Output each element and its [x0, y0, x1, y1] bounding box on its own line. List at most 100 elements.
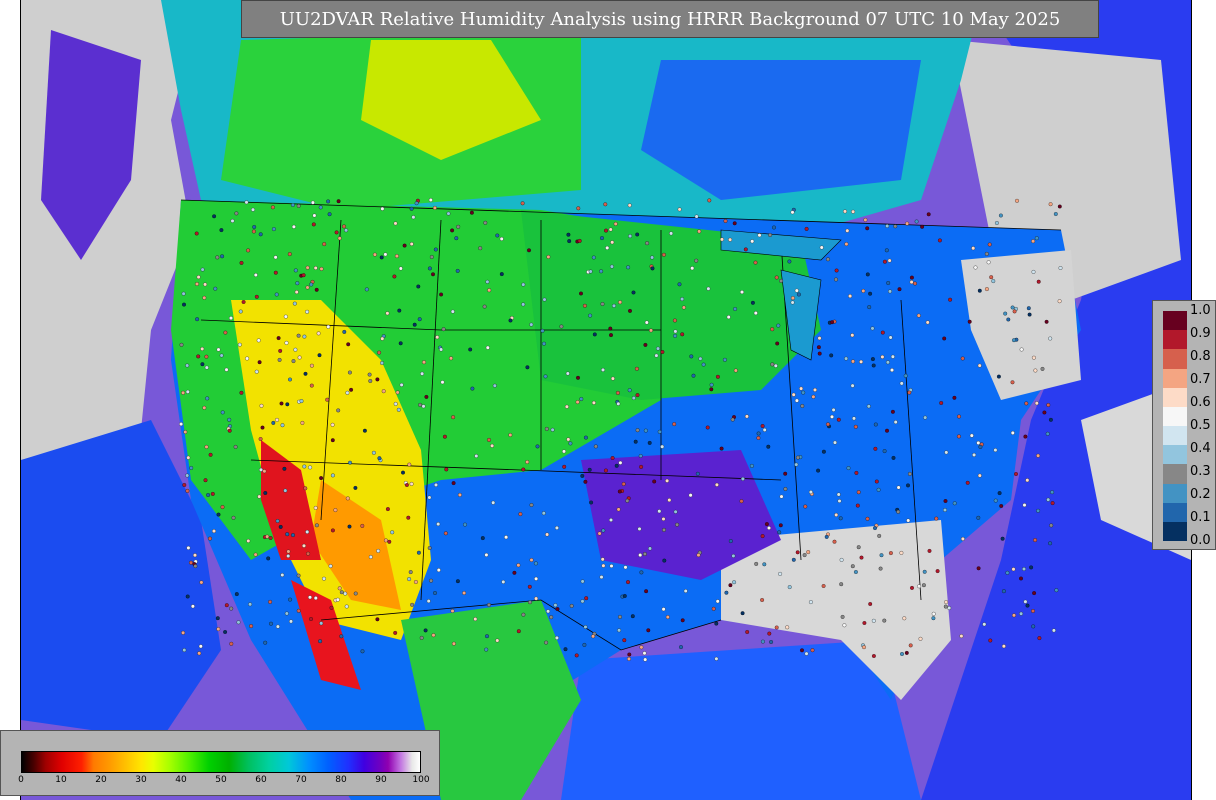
station-dot: [534, 596, 539, 601]
station-dot: [310, 200, 315, 205]
station-dot: [1015, 198, 1019, 203]
station-dot: [977, 363, 982, 368]
station-dot: [330, 422, 335, 427]
station-dot: [1054, 588, 1059, 593]
station-dot: [850, 564, 855, 569]
station-dot: [1010, 430, 1015, 435]
station-dot: [319, 266, 324, 271]
station-dot: [541, 511, 546, 516]
colorbar-tick-label: 0.1: [1190, 510, 1211, 525]
station-dot: [451, 641, 456, 646]
station-dot: [482, 304, 487, 309]
station-dot: [1034, 236, 1039, 241]
station-dot: [229, 606, 234, 611]
station-dot: [767, 631, 772, 636]
station-dot: [694, 258, 699, 263]
station-dot: [582, 642, 587, 647]
station-dot: [527, 584, 532, 589]
station-dot: [616, 507, 621, 512]
station-dot: [367, 372, 372, 377]
station-dot: [908, 643, 913, 648]
station-dot: [836, 417, 841, 422]
station-dot: [803, 504, 808, 509]
station-dot: [831, 407, 836, 412]
station-dot: [220, 254, 225, 259]
station-dot: [583, 479, 588, 484]
station-dot: [888, 335, 893, 340]
station-dot: [345, 496, 350, 501]
station-dot: [906, 483, 910, 488]
station-dot: [371, 450, 376, 455]
station-dot: [661, 607, 666, 612]
station-dot: [960, 536, 965, 541]
station-dot: [429, 578, 434, 583]
station-dot: [840, 614, 845, 619]
humidity-tick-label: 20: [95, 775, 107, 785]
station-dot: [288, 597, 293, 602]
station-dot: [583, 625, 588, 629]
station-dot: [680, 618, 685, 623]
station-dot: [208, 452, 213, 457]
station-dot: [665, 615, 670, 620]
station-dot: [562, 464, 567, 469]
station-dot: [896, 485, 901, 490]
station-dot: [910, 585, 914, 590]
station-dot: [408, 570, 413, 575]
station-dot: [896, 509, 901, 514]
station-dot: [642, 552, 647, 556]
station-dot: [605, 245, 610, 250]
station-dot: [589, 500, 594, 505]
humidity-tick-label: 50: [215, 775, 227, 785]
station-dot: [661, 517, 666, 521]
station-dot: [856, 545, 861, 550]
station-dot: [839, 582, 844, 587]
station-dot: [959, 634, 964, 639]
station-dot: [256, 338, 261, 343]
station-dot: [271, 227, 276, 232]
station-dot: [644, 320, 649, 325]
station-dot: [501, 579, 506, 584]
station-dot: [943, 508, 947, 512]
station-dot: [483, 220, 488, 225]
station-dot: [882, 259, 887, 264]
station-dot: [296, 573, 301, 578]
station-dot: [402, 243, 407, 248]
station-dot: [626, 580, 630, 585]
station-dot: [1031, 355, 1036, 360]
station-dot: [398, 341, 403, 346]
colorbar-tick-label: 0.0: [1190, 533, 1211, 548]
station-dot: [991, 279, 996, 284]
station-dot: [756, 436, 761, 440]
station-dot: [790, 210, 795, 215]
station-dot: [878, 566, 883, 571]
station-dot: [368, 555, 373, 559]
station-dot: [770, 327, 775, 332]
station-dot: [879, 553, 884, 558]
station-dot: [612, 303, 616, 308]
station-dot: [1012, 338, 1016, 343]
station-dot: [360, 523, 365, 528]
station-dot: [182, 648, 187, 653]
station-dot: [427, 546, 432, 550]
station-dot: [380, 336, 385, 341]
station-dot: [534, 576, 539, 581]
station-dot: [1048, 336, 1053, 341]
station-dot: [246, 538, 251, 543]
station-dot: [275, 519, 280, 523]
station-dot: [442, 434, 447, 439]
station-dot: [830, 414, 834, 419]
station-dot: [239, 260, 244, 265]
station-dot: [236, 620, 241, 625]
station-dot: [229, 641, 234, 646]
station-dot: [433, 247, 438, 252]
station-dot: [709, 382, 714, 387]
station-dot: [852, 416, 856, 421]
station-dot: [1051, 628, 1056, 633]
station-dot: [216, 347, 221, 352]
station-dot: [603, 468, 608, 473]
station-dot: [258, 232, 263, 237]
station-dot: [855, 503, 860, 508]
station-dot: [439, 292, 444, 297]
station-dot: [204, 444, 209, 449]
station-dot: [597, 531, 602, 536]
